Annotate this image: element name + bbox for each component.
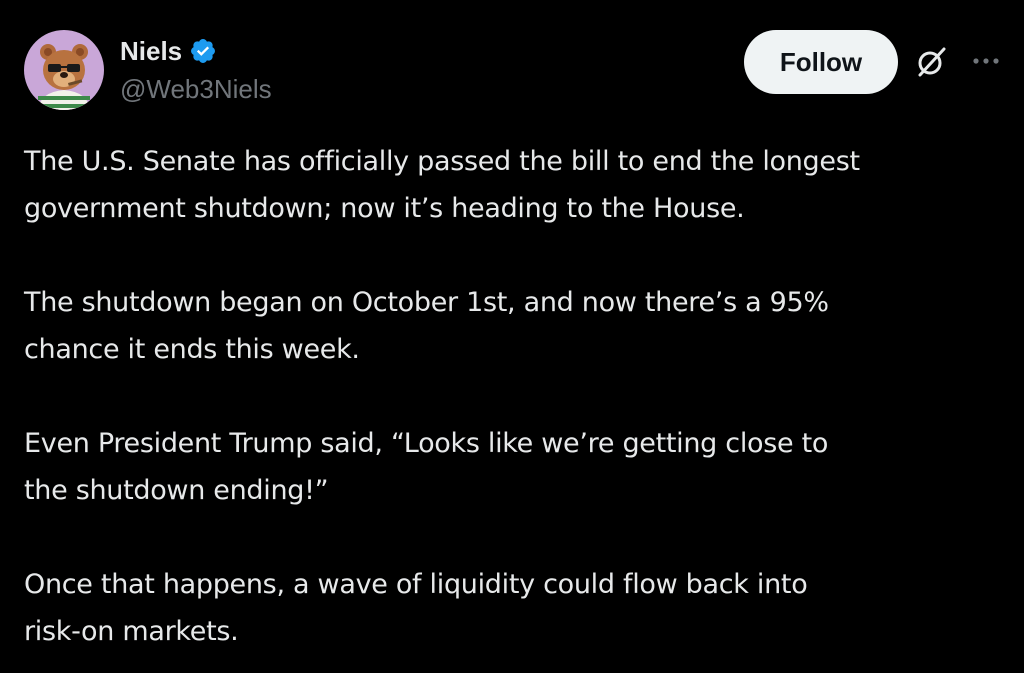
author-avatar[interactable] (24, 30, 104, 110)
author-handle[interactable]: @Web3Niels (120, 74, 272, 105)
tweet-paragraph: Even President Trump said, “Looks like w… (24, 428, 829, 506)
tweet-paragraph: Once that happens, a wave of liquidity c… (24, 569, 808, 647)
name-row: Niels (120, 34, 272, 68)
author-display-name[interactable]: Niels (120, 36, 182, 67)
verified-badge-icon[interactable] (189, 37, 217, 65)
tweet-text: The U.S. Senate has officially passed th… (24, 138, 1004, 655)
more-horizontal-icon[interactable] (968, 46, 1004, 76)
author-info: Niels @Web3Niels (120, 34, 272, 105)
tweet-paragraph: The shutdown began on October 1st, and n… (24, 287, 829, 365)
follow-button[interactable]: Follow (744, 30, 898, 94)
tweet-paragraph: The U.S. Senate has officially passed th… (24, 146, 860, 224)
bear-avatar-icon (24, 30, 104, 110)
grok-slash-icon[interactable] (914, 44, 950, 80)
tweet-card: Niels @Web3Niels Follow The U.S. Senate … (0, 0, 1024, 673)
